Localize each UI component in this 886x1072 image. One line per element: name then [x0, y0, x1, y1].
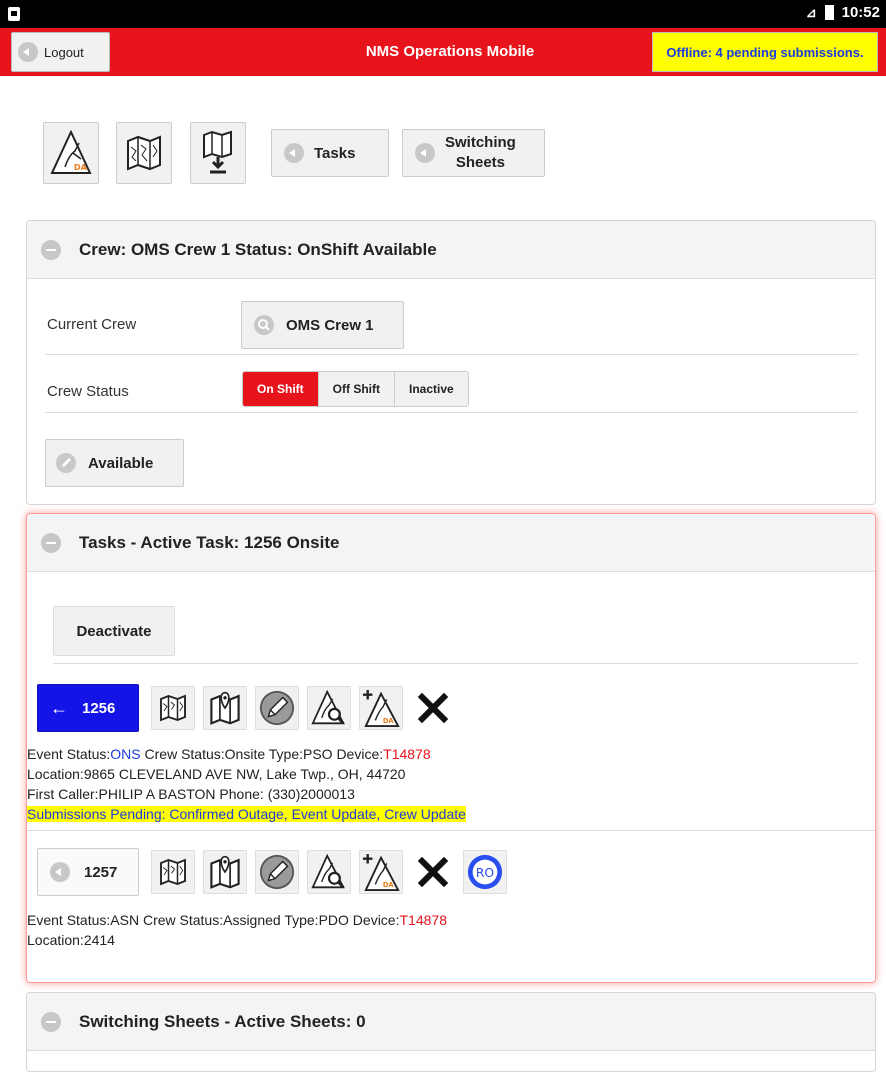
crew-section: Crew: OMS Crew 1 Status: OnShift Availab… — [26, 220, 876, 505]
map-icon — [160, 858, 186, 886]
divider — [53, 663, 858, 664]
collapse-icon — [41, 1011, 61, 1032]
status-off-shift[interactable]: Off Shift — [318, 372, 395, 406]
map-pin-icon — [210, 691, 240, 725]
pencil-edit-icon — [259, 854, 295, 890]
damage-assessment-icon: DA — [50, 129, 92, 174]
pencil-edit-icon — [259, 690, 295, 726]
task-add-damage-assessment-button[interactable]: DA — [359, 686, 403, 730]
notification-icon — [8, 7, 20, 21]
collapse-icon — [41, 239, 61, 260]
app-title: NMS Operations Mobile — [365, 43, 535, 60]
map-pin-icon — [210, 855, 240, 889]
deactivate-button[interactable]: Deactivate — [53, 606, 175, 656]
battery-icon — [824, 5, 834, 20]
tasks-section-header[interactable]: Tasks - Active Task: 1256 Onsite — [27, 514, 875, 572]
task-ro-button[interactable]: RO — [463, 850, 507, 894]
damage-assessment-button[interactable]: DA — [43, 122, 99, 184]
map-download-icon — [203, 130, 232, 174]
available-button[interactable]: Available — [45, 439, 184, 487]
navigate-icon — [415, 143, 435, 163]
tasks-section: Tasks - Active Task: 1256 Onsite Deactiv… — [26, 513, 876, 983]
task-edit-button[interactable] — [255, 850, 299, 894]
task-id-button[interactable]: 1257 — [37, 848, 139, 896]
map-icon — [127, 135, 161, 171]
logout-button[interactable]: Logout — [11, 32, 110, 72]
back-arrow-icon — [18, 42, 38, 62]
status-inactive[interactable]: Inactive — [395, 372, 468, 406]
task-edit-button[interactable] — [255, 686, 299, 730]
task-inspect-button[interactable] — [307, 686, 351, 730]
arrow-left-icon: ← — [50, 697, 68, 718]
svg-text:RO: RO — [476, 866, 495, 880]
task-status-line: Event Status:ONS Crew Status:Onsite Type… — [27, 746, 431, 762]
current-crew-button[interactable]: OMS Crew 1 — [241, 301, 404, 349]
task-first-caller: First Caller:PHILIP A BASTON Phone: (330… — [27, 786, 355, 802]
task-inspect-button[interactable] — [307, 850, 351, 894]
current-crew-row: Current Crew OMS Crew 1 — [45, 301, 858, 355]
task-item-1256: ← 1256 DA Event Status:ONS Crew Status:O… — [27, 684, 877, 834]
inspect-icon — [311, 853, 345, 889]
task-id-button[interactable]: ← 1256 — [37, 684, 139, 732]
close-icon — [418, 857, 448, 887]
pending-submissions: Submissions Pending: Confirmed Outage, E… — [27, 806, 466, 822]
inspect-icon — [311, 689, 345, 725]
svg-text:DA: DA — [383, 881, 395, 889]
add-damage-assessment-icon: DA — [362, 853, 400, 891]
crew-status-selector: On Shift Off Shift Inactive — [242, 371, 469, 407]
switching-sheets-section: Switching Sheets - Active Sheets: 0 — [26, 992, 876, 1072]
task-item-1257: 1257 DA RO Event Status:ASN Crew Status:… — [27, 848, 877, 968]
map-button[interactable] — [116, 122, 172, 184]
signal-icon: ⊿ — [805, 4, 817, 20]
switching-sheets-section-header[interactable]: Switching Sheets - Active Sheets: 0 — [27, 993, 875, 1051]
offline-status-badge[interactable]: Offline: 4 pending submissions. — [652, 32, 878, 72]
ro-badge-icon: RO — [467, 854, 503, 890]
tasks-nav-button[interactable]: Tasks — [271, 129, 389, 177]
app-header: Logout NMS Operations Mobile Offline: 4 … — [0, 28, 886, 76]
task-location: Location:9865 CLEVELAND AVE NW, Lake Twp… — [27, 766, 406, 782]
task-1257-details: Event Status:ASN Crew Status:Assigned Ty… — [27, 910, 447, 950]
map-icon — [160, 694, 186, 722]
status-on-shift[interactable]: On Shift — [243, 372, 319, 406]
clock: 10:52 — [841, 4, 880, 21]
task-1256-details: Event Status:ONS Crew Status:Onsite Type… — [27, 744, 466, 824]
task-map-button[interactable] — [151, 850, 195, 894]
task-location: Location:2414 — [27, 932, 115, 948]
android-status-bar: ⊿ 10:52 — [0, 0, 886, 28]
task-add-damage-assessment-button[interactable]: DA — [359, 850, 403, 894]
search-icon — [254, 315, 274, 335]
svg-text:DA: DA — [74, 163, 88, 172]
close-icon — [418, 693, 448, 723]
task-cancel-button[interactable] — [411, 850, 455, 894]
divider — [27, 830, 875, 831]
task-status-line: Event Status:ASN Crew Status:Assigned Ty… — [27, 912, 447, 928]
task-cancel-button[interactable] — [411, 686, 455, 730]
svg-text:DA: DA — [383, 717, 395, 725]
crew-section-header[interactable]: Crew: OMS Crew 1 Status: OnShift Availab… — [27, 221, 875, 279]
task-map-button[interactable] — [151, 686, 195, 730]
map-download-button[interactable] — [190, 122, 246, 184]
navigate-icon — [284, 143, 304, 163]
crew-status-row: Crew Status On Shift Off Shift Inactive — [45, 371, 858, 413]
task-map-pin-button[interactable] — [203, 850, 247, 894]
switching-sheets-nav-button[interactable]: Switching Sheets — [402, 129, 545, 177]
collapse-icon — [41, 532, 61, 553]
task-map-pin-button[interactable] — [203, 686, 247, 730]
add-damage-assessment-icon: DA — [362, 689, 400, 727]
edit-icon — [56, 453, 76, 473]
back-arrow-icon — [50, 862, 70, 882]
